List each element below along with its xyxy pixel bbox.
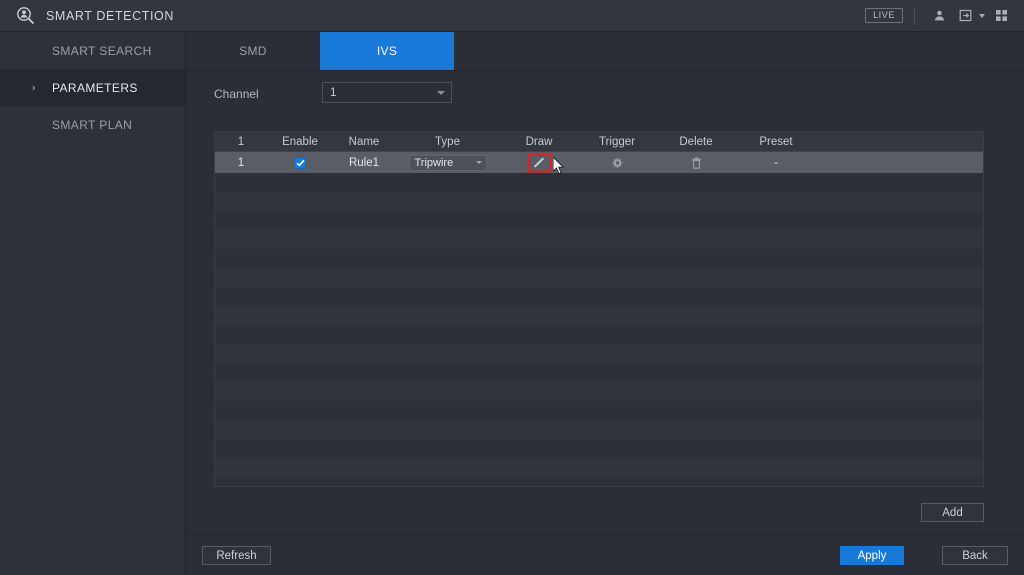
table-row-empty[interactable] [215, 458, 983, 477]
column-header-enable: Enable [282, 135, 318, 148]
user-icon[interactable] [929, 6, 949, 26]
channel-label: Channel [214, 87, 259, 101]
row-type-cell: Tripwire [395, 154, 500, 171]
page-title: SMART DETECTION [46, 8, 174, 23]
table-row-empty[interactable] [215, 249, 983, 268]
table-row-empty[interactable] [215, 344, 983, 363]
tab-ivs[interactable]: IVS [320, 32, 454, 70]
row-delete-cell [656, 155, 736, 171]
channel-select[interactable]: 1 [322, 82, 452, 103]
tab-label: IVS [376, 44, 398, 58]
table-row-empty[interactable] [215, 477, 983, 486]
table-row-empty[interactable] [215, 211, 983, 230]
tab-label: SMD [239, 44, 267, 58]
table-row-empty[interactable] [215, 401, 983, 420]
logout-icon[interactable] [955, 6, 975, 26]
column-header-draw: Draw [525, 135, 553, 148]
back-button[interactable]: Back [942, 546, 1008, 565]
empty-rows-container [215, 173, 983, 486]
row-preset: - [774, 156, 778, 169]
table-row-empty[interactable] [215, 420, 983, 439]
table-row-empty[interactable] [215, 439, 983, 458]
footer-bar: Refresh Apply Back [186, 534, 1024, 575]
table-row-empty[interactable] [215, 287, 983, 306]
column-header-index: 1 [237, 135, 245, 148]
table-row-empty[interactable] [215, 173, 983, 192]
table-header-row: 1 Enable Name Type Draw Trigger Delete P… [215, 132, 983, 152]
sidebar-item-smart-plan[interactable]: SMART PLAN [0, 106, 185, 143]
table-row-empty[interactable] [215, 268, 983, 287]
row-enable-cell [267, 156, 333, 169]
trash-icon[interactable] [688, 155, 704, 171]
table-row[interactable]: 1 Rule1 Tripwire - [215, 152, 983, 173]
row-index: 1 [237, 156, 245, 169]
table-row-empty[interactable] [215, 192, 983, 211]
draw-highlight-box [527, 153, 551, 172]
rules-table: 1 Enable Name Type Draw Trigger Delete P… [214, 131, 984, 487]
add-button[interactable]: Add [921, 503, 984, 522]
sidebar-item-smart-search[interactable]: SMART SEARCH [0, 32, 185, 69]
grid-icon[interactable] [991, 6, 1011, 26]
sidebar-item-label: PARAMETERS [52, 80, 138, 95]
top-bar-actions: LIVE [865, 0, 1024, 31]
toolbar-divider [914, 6, 915, 25]
type-value: Tripwire [414, 156, 454, 169]
pencil-draw-icon[interactable] [531, 155, 547, 171]
sidebar-item-label: SMART SEARCH [52, 43, 152, 58]
chevron-down-icon [437, 90, 445, 95]
row-name: Rule1 [348, 156, 380, 169]
channel-row: Channel 1 [186, 71, 1024, 123]
row-draw-cell [500, 153, 578, 172]
enable-checkbox[interactable] [294, 156, 306, 169]
chevron-right-icon: › [32, 82, 36, 93]
channel-value: 1 [330, 86, 337, 99]
table-row-empty[interactable] [215, 306, 983, 325]
sidebar-item-parameters[interactable]: › PARAMETERS [0, 69, 185, 106]
refresh-button[interactable]: Refresh [202, 546, 271, 565]
column-header-type: Type [435, 135, 460, 148]
table-row-empty[interactable] [215, 382, 983, 401]
apply-button[interactable]: Apply [840, 546, 904, 565]
sidebar: SMART SEARCH › PARAMETERS SMART PLAN [0, 32, 186, 575]
live-badge[interactable]: LIVE [865, 8, 903, 23]
sidebar-item-label: SMART PLAN [52, 117, 133, 132]
column-header-preset: Preset [759, 135, 793, 148]
column-header-name: Name [348, 135, 380, 148]
tab-smd[interactable]: SMD [186, 32, 320, 70]
type-select[interactable]: Tripwire [408, 154, 487, 171]
chevron-down-icon [475, 161, 482, 164]
smart-detection-magnifier-icon [14, 5, 36, 27]
top-bar: SMART DETECTION LIVE [0, 0, 1024, 32]
column-header-trigger: Trigger [599, 135, 635, 148]
tab-bar: SMD IVS [186, 32, 1024, 71]
main-panel: SMD IVS Channel 1 1 Enable Name Type Dra… [186, 32, 1024, 575]
table-row-empty[interactable] [215, 363, 983, 382]
row-trigger-cell [578, 155, 656, 171]
column-header-delete: Delete [679, 135, 713, 148]
table-row-empty[interactable] [215, 230, 983, 249]
gear-icon[interactable] [609, 155, 625, 171]
table-row-empty[interactable] [215, 325, 983, 344]
chevron-down-icon[interactable] [979, 13, 985, 18]
